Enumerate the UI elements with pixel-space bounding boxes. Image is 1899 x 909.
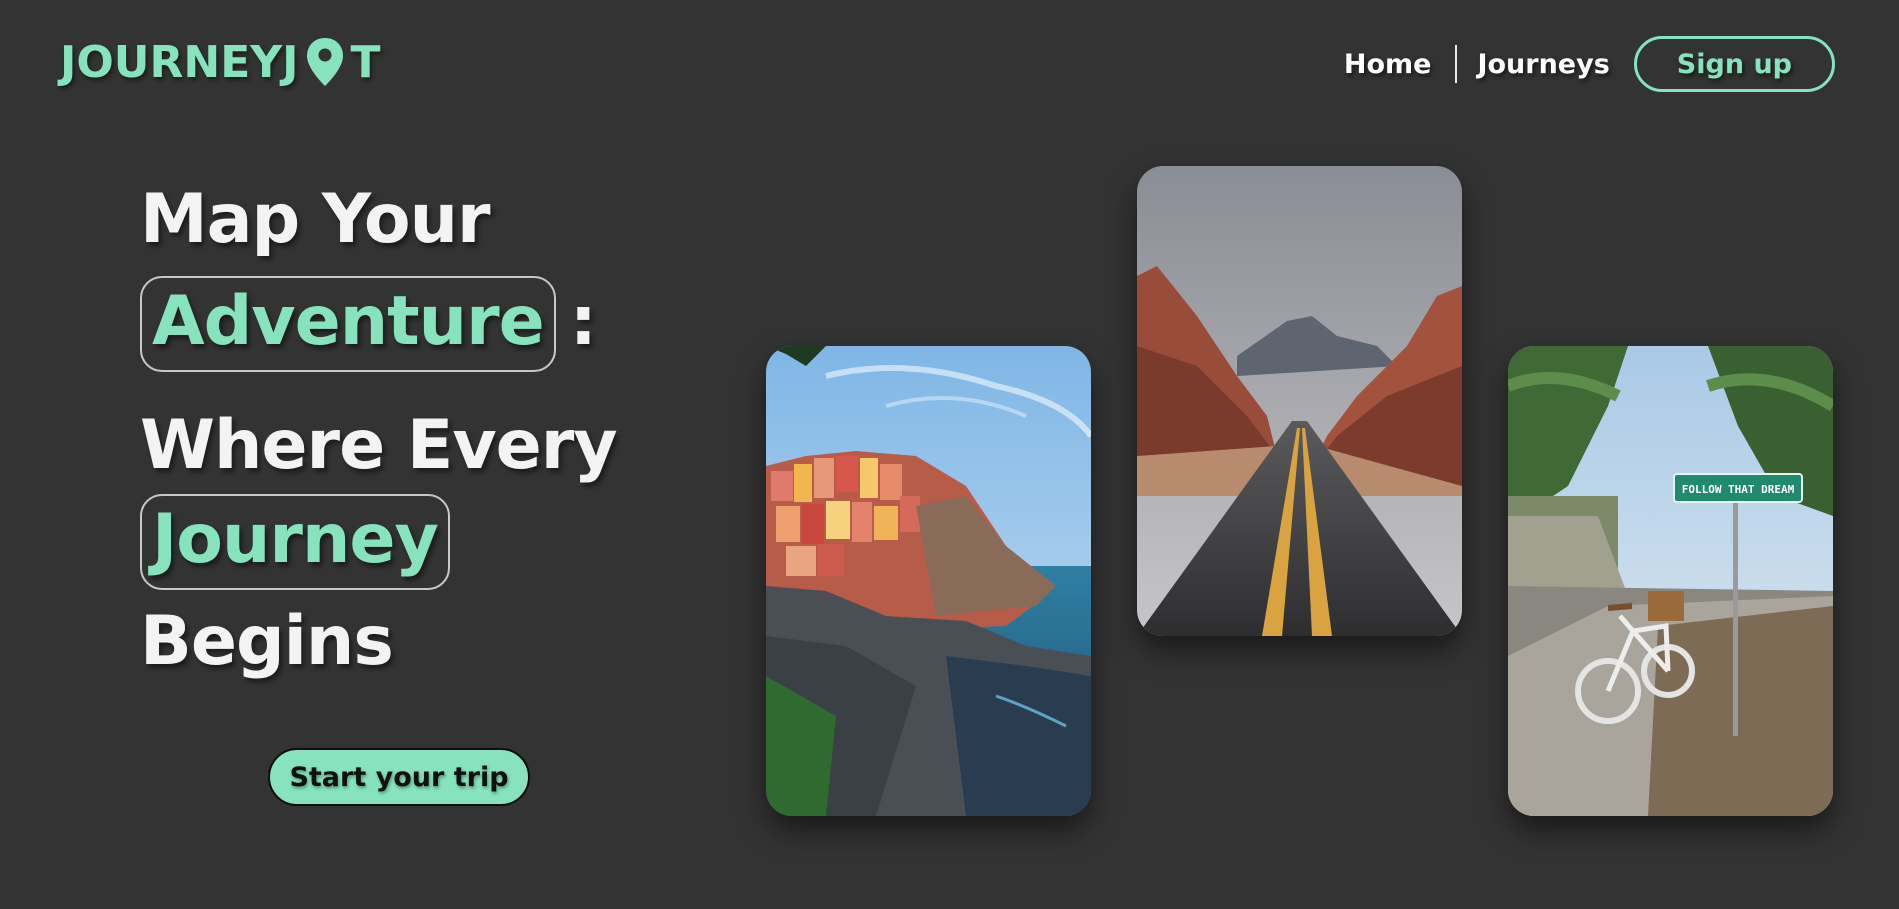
nav-journeys-link[interactable]: Journeys	[1477, 49, 1609, 80]
start-trip-button[interactable]: Start your trip	[268, 748, 530, 806]
logo-text-start: JOURNEYJ	[60, 36, 299, 88]
cliffside-village-photo	[766, 346, 1091, 816]
logo-text-end: T	[350, 36, 381, 88]
nav-divider	[1455, 45, 1458, 83]
hero-line-1: Map Your	[140, 180, 491, 259]
top-nav: Home Journeys Sign up	[1344, 36, 1835, 92]
hero-line-5: Begins	[140, 602, 394, 681]
hero-colon: :	[569, 282, 597, 361]
nav-home-link[interactable]: Home	[1344, 49, 1432, 80]
street-sign-text: FOLLOW THAT DREAM	[1682, 483, 1795, 496]
hero-line-4: Journey	[140, 494, 450, 590]
hero-line-2: Adventure:	[140, 276, 597, 372]
hero-line-3: Where Every	[140, 406, 618, 485]
desert-road-photo	[1137, 166, 1462, 636]
highlight-adventure: Adventure	[140, 276, 556, 372]
bicycle-street-sign-photo: FOLLOW THAT DREAM	[1508, 346, 1833, 816]
highlight-journey: Journey	[140, 494, 450, 590]
signup-button[interactable]: Sign up	[1633, 36, 1835, 92]
landing-page: JOURNEYJ T Home Journeys Sign up Map You…	[0, 0, 1899, 909]
logo[interactable]: JOURNEYJ T	[60, 36, 381, 88]
map-pin-icon	[306, 38, 343, 86]
